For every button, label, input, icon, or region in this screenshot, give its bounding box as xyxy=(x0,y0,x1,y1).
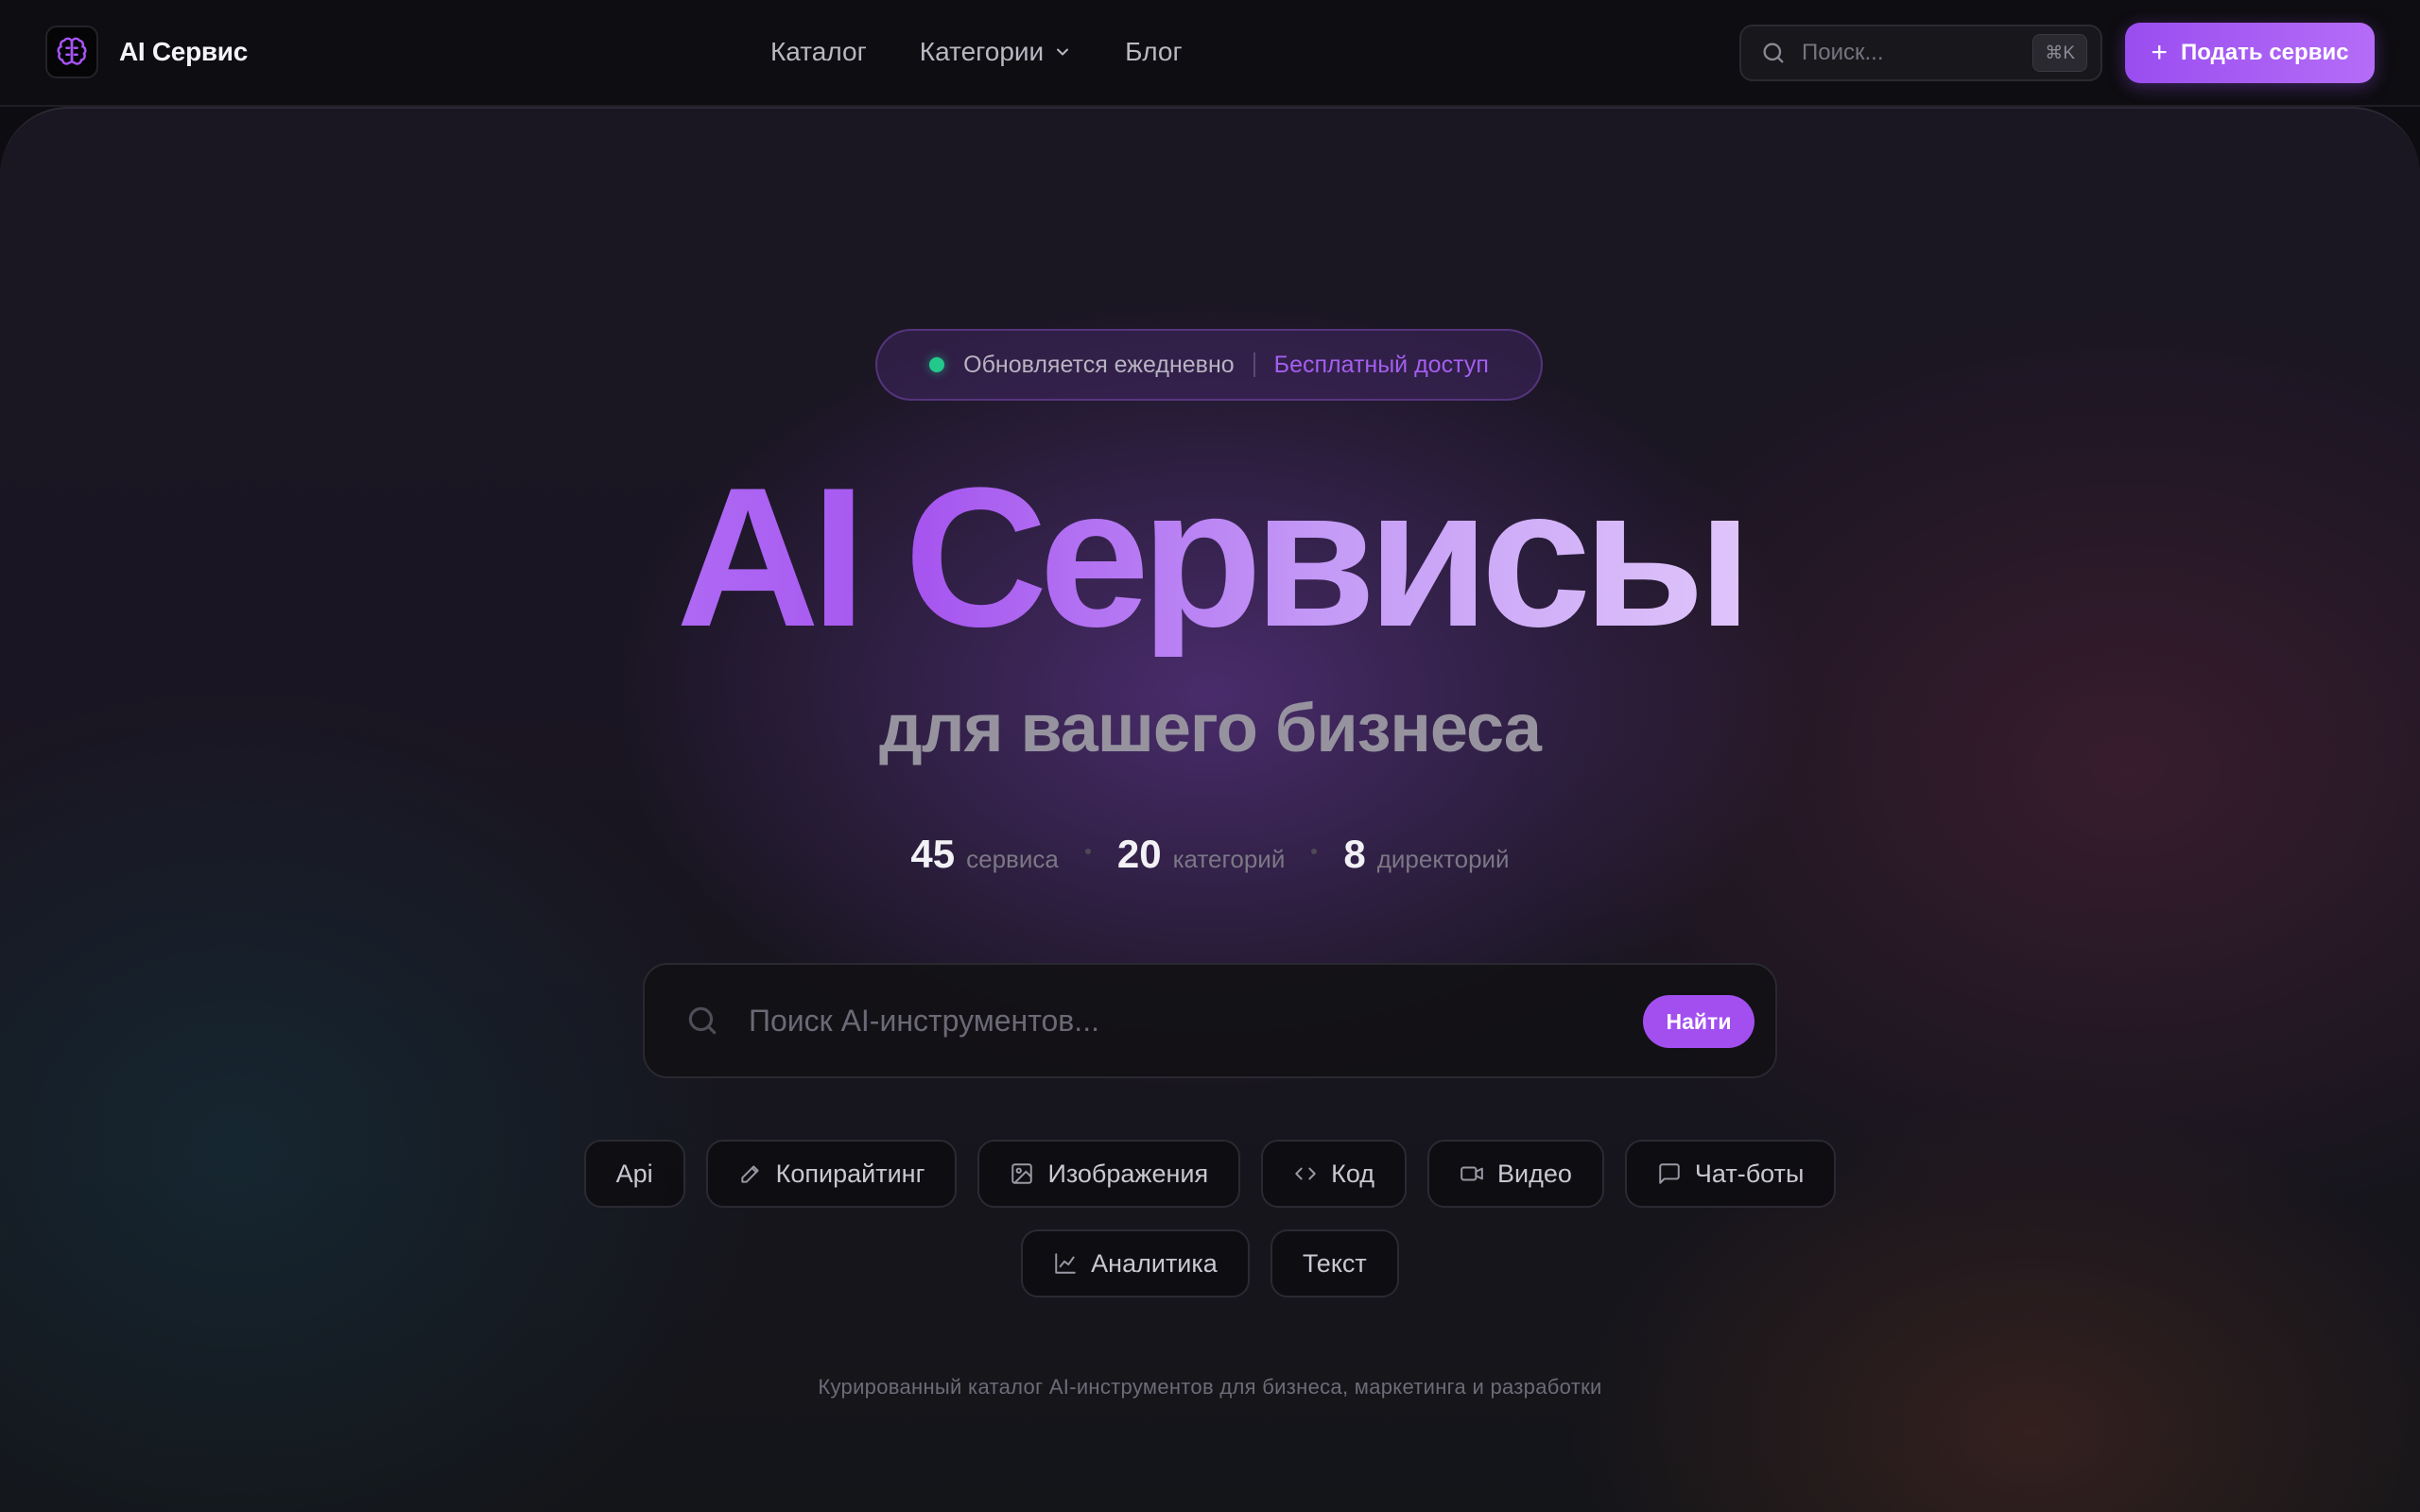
nav-item-label: Каталог xyxy=(770,37,867,66)
page-title: AI Сервисы xyxy=(0,458,2420,657)
nav-item-categories[interactable]: Категории xyxy=(920,37,1072,67)
free-access-text: Бесплатный доступ xyxy=(1273,351,1489,378)
status-badge: Обновляется ежедневно Бесплатный доступ xyxy=(875,329,1543,401)
chat-icon xyxy=(1659,1163,1680,1184)
stat-categories-label: категорий xyxy=(1172,845,1286,873)
stats-bar: 45 сервиса 20 категорий 8 директорий xyxy=(0,832,2420,877)
badge-divider xyxy=(1253,352,1255,377)
chip-copywriting[interactable]: Копирайтинг xyxy=(705,1140,958,1208)
stat-services-label: сервиса xyxy=(966,845,1059,873)
nav-item-label: Категории xyxy=(919,37,1045,66)
chip-video[interactable]: Видео xyxy=(1427,1140,1604,1208)
brand-name: AI Сервис xyxy=(119,37,248,66)
chevron-down-icon xyxy=(1057,48,1069,56)
stat-directories-label: директорий xyxy=(1376,845,1510,873)
chip-label: Код xyxy=(1331,1159,1375,1188)
catalog-description: Курированный каталог AI-инструментов для… xyxy=(818,1375,1602,1399)
main-nav: Каталог Категории Блог xyxy=(770,32,1183,72)
category-chips-row: Api Копирайтинг Изображения Код Видео Ча… xyxy=(0,1140,2420,1208)
chip-label: Изображения xyxy=(1047,1159,1209,1188)
hero-section: Обновляется ежедневно Бесплатный доступ … xyxy=(0,107,2420,1512)
nav-item-catalog[interactable]: Каталог xyxy=(770,37,867,67)
hero-search-input[interactable]: Поиск AI-инструментов... Найти xyxy=(643,963,1777,1078)
plus-icon: + xyxy=(2151,37,2168,68)
page-subtitle: для вашего бизнеса xyxy=(879,691,1542,766)
stat-services-value: 45 xyxy=(910,832,956,876)
hero-search-placeholder: Поиск AI-инструментов... xyxy=(749,1003,1099,1038)
find-button[interactable]: Найти xyxy=(1643,995,1754,1048)
code-icon xyxy=(1295,1167,1316,1180)
status-dot xyxy=(929,357,945,372)
chip-label: Чат-боты xyxy=(1694,1159,1805,1188)
submit-service-label: Подать сервис xyxy=(2180,40,2349,65)
header-search[interactable]: Поиск... ⌘K xyxy=(1739,25,2102,81)
chip-analytics[interactable]: Аналитика xyxy=(1021,1229,1250,1297)
chip-api[interactable]: Api xyxy=(583,1140,685,1208)
top-navigation: AI Сервис Каталог Категории Блог Поиск..… xyxy=(0,0,2420,107)
chip-label: Видео xyxy=(1497,1159,1572,1188)
chip-label: Текст xyxy=(1302,1248,1367,1278)
chip-code[interactable]: Код xyxy=(1261,1140,1408,1208)
category-chips-row: Аналитика Текст xyxy=(0,1229,2420,1297)
chart-icon xyxy=(1055,1253,1076,1274)
stat-categories-value: 20 xyxy=(1116,832,1162,876)
video-icon xyxy=(1461,1166,1483,1181)
search-icon xyxy=(688,1006,717,1035)
chip-chatbots[interactable]: Чат-боты xyxy=(1624,1140,1837,1208)
brain-icon xyxy=(45,26,98,78)
chip-text[interactable]: Текст xyxy=(1270,1229,1399,1297)
submit-service-button[interactable]: + Подать сервис xyxy=(2125,23,2375,83)
stat-directories-value: 8 xyxy=(1343,832,1366,876)
chip-label: Api xyxy=(615,1159,653,1188)
stat-separator xyxy=(1311,849,1318,854)
status-text: Обновляется ежедневно xyxy=(963,351,1235,378)
keyboard-shortcut-badge: ⌘K xyxy=(2032,34,2087,72)
pencil-icon xyxy=(741,1165,759,1183)
nav-item-label: Блог xyxy=(1125,37,1183,66)
nav-item-blog[interactable]: Блог xyxy=(1125,37,1183,67)
image-icon xyxy=(1011,1163,1033,1184)
stat-separator xyxy=(1084,849,1091,854)
search-icon xyxy=(1763,43,1784,63)
header-search-placeholder: Поиск... xyxy=(1802,40,1884,65)
chip-label: Копирайтинг xyxy=(775,1159,925,1188)
chip-images[interactable]: Изображения xyxy=(977,1140,1241,1208)
brand[interactable]: AI Сервис xyxy=(45,26,248,78)
chip-label: Аналитика xyxy=(1091,1248,1218,1278)
